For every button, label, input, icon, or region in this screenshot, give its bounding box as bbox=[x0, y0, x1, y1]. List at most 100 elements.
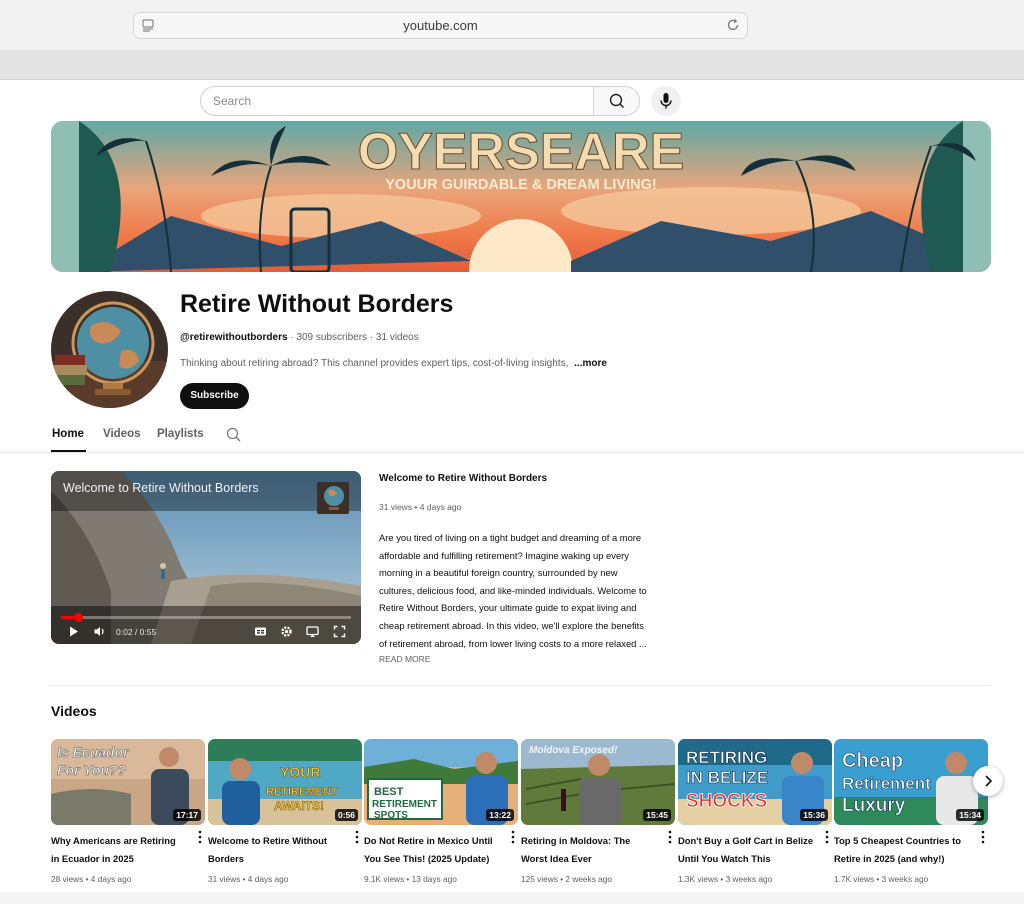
video-title[interactable]: Top 5 Cheapest Countries to Retire in 20… bbox=[834, 832, 974, 867]
more-vert-icon[interactable] bbox=[197, 830, 203, 844]
svg-text:SPOTS: SPOTS bbox=[374, 810, 408, 821]
video-title[interactable]: Retiring in Moldova: The Worst Idea Ever bbox=[521, 832, 661, 867]
channel-handle[interactable]: @retirewithoutborders bbox=[180, 332, 288, 343]
player-channel-avatar[interactable] bbox=[317, 482, 349, 514]
search-icon[interactable] bbox=[226, 427, 241, 442]
svg-text:YOUR: YOUR bbox=[280, 764, 320, 780]
search-button[interactable] bbox=[593, 87, 639, 115]
duration-badge: 17:17 bbox=[173, 809, 201, 821]
duration-badge: 13:22 bbox=[486, 809, 514, 821]
video-card[interactable]: RETIRING IN BELIZE SHOCKS 15:36 Don't Bu… bbox=[678, 739, 832, 884]
more-vert-icon[interactable] bbox=[667, 830, 673, 844]
video-title[interactable]: Welcome to Retire Without Borders bbox=[208, 832, 348, 867]
video-title-line: Worst Idea Ever bbox=[521, 852, 592, 864]
video-count: 31 videos bbox=[375, 332, 419, 343]
videos-heading[interactable]: Videos bbox=[51, 703, 97, 719]
banner-headline: OYERSEARE bbox=[358, 123, 685, 181]
svg-text:Luxury: Luxury bbox=[842, 795, 906, 816]
tab-home[interactable]: Home bbox=[52, 428, 84, 440]
reload-icon[interactable] bbox=[725, 17, 741, 33]
video-title-line: Retiring in Moldova: The bbox=[521, 835, 631, 846]
channel-banner: OYERSEARE YOUUR GUIRDABLE & DREAM LIVING… bbox=[51, 121, 991, 272]
svg-text:Cheap: Cheap bbox=[842, 750, 903, 772]
meta-separator: · bbox=[367, 332, 376, 343]
description-line: cheap retirement abroad. In this video, … bbox=[379, 619, 644, 631]
player-title: Welcome to Retire Without Borders bbox=[63, 481, 259, 495]
more-vert-icon[interactable] bbox=[510, 830, 516, 844]
video-card[interactable]: Moldova Exposed! 15:45 Retiring in Moldo… bbox=[521, 739, 675, 884]
chevron-right-icon bbox=[985, 775, 993, 787]
video-thumbnail[interactable]: Moldova Exposed! 15:45 bbox=[521, 739, 675, 825]
playback-time: 0:02 / 0:55 bbox=[116, 627, 157, 637]
video-title-line: Retire in 2025 (and why!) bbox=[834, 852, 945, 864]
browser-toolbar: youtube.com bbox=[0, 0, 1024, 51]
video-title-line: Do Not Retire in Mexico Until bbox=[364, 835, 493, 846]
settings-icon[interactable] bbox=[280, 625, 293, 638]
more-vert-icon[interactable] bbox=[824, 830, 830, 844]
video-card[interactable]: Is Ecuador For You?? 17:17 Why Americans… bbox=[51, 739, 205, 884]
search-box bbox=[200, 86, 640, 116]
video-title-line: Don't Buy a Golf Cart in Belize bbox=[678, 835, 814, 846]
video-title[interactable]: Why Americans are Retiring in Ecuador in… bbox=[51, 832, 191, 867]
video-card[interactable]: Cheap Retirement Luxury 15:34 Top 5 Chea… bbox=[834, 739, 988, 884]
captions-icon[interactable] bbox=[254, 625, 267, 638]
browser-tab-strip bbox=[0, 51, 1024, 80]
video-title-line: Borders bbox=[208, 852, 244, 864]
svg-text:SHOCKS: SHOCKS bbox=[686, 791, 767, 812]
url-text: youtube.com bbox=[403, 18, 478, 33]
video-title[interactable]: Don't Buy a Golf Cart in Belize Until Yo… bbox=[678, 832, 818, 867]
play-icon[interactable] bbox=[67, 625, 80, 638]
search-input[interactable] bbox=[201, 87, 594, 115]
tab-playlists[interactable]: Playlists bbox=[157, 428, 204, 440]
channel-description[interactable]: Thinking about retiring abroad? This cha… bbox=[180, 358, 607, 369]
read-more-link[interactable]: READ MORE bbox=[379, 654, 430, 664]
video-thumbnail[interactable]: BEST RETIREMENT SPOTS 13:22 bbox=[364, 739, 518, 825]
fullscreen-icon[interactable] bbox=[333, 625, 346, 638]
description-text: Thinking about retiring abroad? This cha… bbox=[180, 358, 572, 369]
description-line: affordable and fulfilling retirement? Im… bbox=[379, 549, 629, 561]
description-line: of retirement abroad, from lower living … bbox=[379, 637, 647, 649]
tabs-divider bbox=[0, 452, 1024, 453]
tab-videos[interactable]: Videos bbox=[103, 428, 141, 440]
video-thumbnail[interactable]: Is Ecuador For You?? 17:17 bbox=[51, 739, 205, 825]
volume-icon[interactable] bbox=[93, 625, 106, 638]
video-title-line: in Ecuador in 2025 bbox=[51, 852, 134, 864]
duration-badge: 15:36 bbox=[800, 809, 828, 821]
svg-text:Moldova Exposed!: Moldova Exposed! bbox=[529, 745, 618, 756]
voice-search-button[interactable] bbox=[651, 86, 681, 116]
video-title[interactable]: Do Not Retire in Mexico Until You See Th… bbox=[364, 832, 504, 867]
video-thumbnail[interactable]: RETIRING IN BELIZE SHOCKS 15:36 bbox=[678, 739, 832, 825]
video-card[interactable]: BEST RETIREMENT SPOTS 13:22 Do Not Retir… bbox=[364, 739, 518, 884]
more-vert-icon[interactable] bbox=[980, 830, 986, 844]
video-thumbnail[interactable]: YOUR RETIREMENT AWAITS! 0:56 bbox=[208, 739, 362, 825]
description-line: morning in a beautiful foreign country, … bbox=[379, 567, 618, 579]
duration-badge: 0:56 bbox=[334, 809, 358, 821]
description-line: Retire Without Borders, your ultimate gu… bbox=[379, 602, 637, 614]
page-bottom-edge bbox=[0, 892, 1024, 904]
svg-text:RETIRING: RETIRING bbox=[686, 748, 767, 767]
svg-text:RETIREMENT: RETIREMENT bbox=[372, 799, 437, 810]
video-progress-bar[interactable] bbox=[61, 613, 351, 622]
video-thumbnail[interactable]: Cheap Retirement Luxury 15:34 bbox=[834, 739, 988, 825]
svg-text:IN BELIZE: IN BELIZE bbox=[686, 768, 768, 787]
address-bar[interactable]: youtube.com bbox=[133, 12, 748, 39]
channel-avatar[interactable] bbox=[51, 291, 168, 408]
svg-text:AWAITS!: AWAITS! bbox=[274, 799, 324, 813]
featured-video-title[interactable]: Welcome to Retire Without Borders bbox=[379, 473, 547, 484]
svg-text:Is Ecuador: Is Ecuador bbox=[57, 744, 130, 760]
video-meta: 28 views • 4 days ago bbox=[51, 874, 132, 884]
more-vert-icon[interactable] bbox=[354, 830, 360, 844]
cast-icon[interactable] bbox=[306, 625, 319, 638]
svg-text:BEST: BEST bbox=[374, 786, 404, 798]
featured-video-meta: 31 views • 4 days ago bbox=[379, 502, 462, 512]
channel-meta: @retirewithoutborders · 309 subscribers … bbox=[180, 332, 419, 343]
video-card[interactable]: YOUR RETIREMENT AWAITS! 0:56 Welcome to … bbox=[208, 739, 362, 884]
section-divider bbox=[51, 685, 991, 686]
shelf-next-button[interactable] bbox=[973, 766, 1003, 796]
video-title-line: You See This! (2025 Update) bbox=[364, 852, 490, 864]
svg-text:Retirement: Retirement bbox=[842, 774, 931, 793]
video-title-line: Until You Watch This bbox=[678, 852, 771, 864]
subscribe-button[interactable]: Subscribe bbox=[180, 383, 249, 409]
featured-video-player[interactable]: Welcome to Retire Without Borders 0:02 /… bbox=[51, 471, 361, 644]
more-link[interactable]: ...more bbox=[574, 358, 607, 369]
